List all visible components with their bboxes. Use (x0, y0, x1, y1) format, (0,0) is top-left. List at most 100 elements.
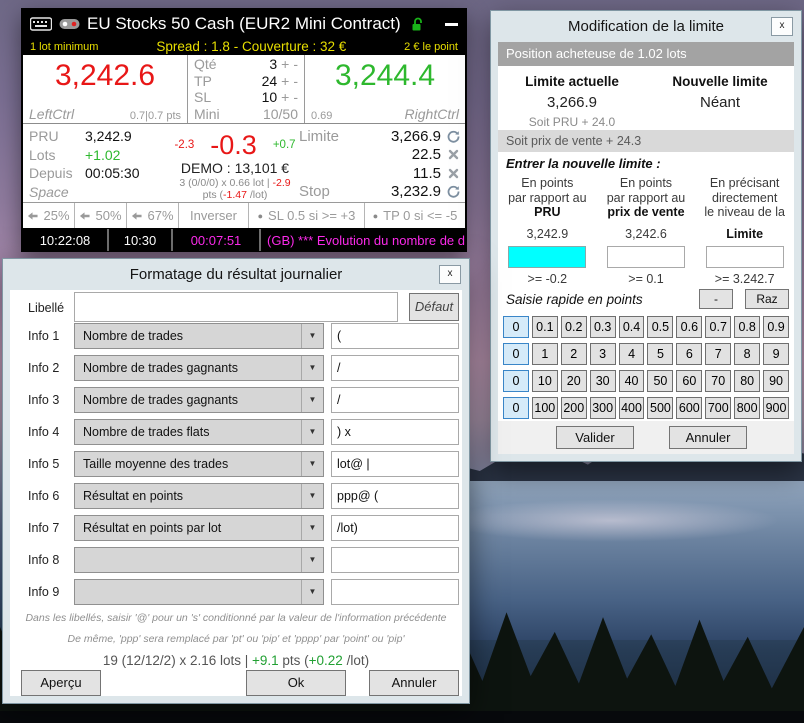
quick-points-button[interactable]: 90 (763, 370, 789, 392)
quick-points-button[interactable]: 9 (763, 343, 789, 365)
info6-select[interactable]: Résultat en points ▼ (74, 483, 324, 509)
quick-points-button[interactable]: 0.3 (589, 316, 616, 338)
info4-select[interactable]: Nombre de trades flats ▼ (74, 419, 324, 445)
quick-points-button[interactable]: 300 (589, 397, 616, 419)
pnl-main: -0.3 (210, 130, 257, 160)
keyboard-icon[interactable] (30, 17, 52, 31)
quick-points-button[interactable]: 1 (531, 343, 558, 365)
quick-points-button[interactable]: 10 (531, 370, 558, 392)
apercu-button[interactable]: Aperçu (21, 670, 101, 696)
info2-input[interactable] (331, 355, 459, 381)
inverser-button[interactable]: Inverser (179, 203, 249, 228)
quick-points-button[interactable]: 80 (734, 370, 761, 392)
tp-increment[interactable]: + (277, 73, 289, 89)
info7-select[interactable]: Résultat en points par lot ▼ (74, 515, 324, 541)
quick-points-button[interactable]: 0.4 (618, 316, 645, 338)
cancel-order-icon[interactable] (446, 168, 461, 179)
close-50pct-button[interactable]: 50% (75, 203, 127, 228)
points-vs-sale-column: En points par rapport au prix de vente 3… (597, 176, 696, 287)
quick-points-button[interactable]: 0.5 (647, 316, 674, 338)
quick-points-button[interactable]: 0.9 (763, 316, 789, 338)
info1-input[interactable] (331, 323, 459, 349)
buy-price[interactable]: 3,244.4 (305, 59, 465, 93)
annuler-button[interactable]: Annuler (669, 426, 747, 449)
quick-points-button[interactable]: 200 (560, 397, 587, 419)
info6-input[interactable] (331, 483, 459, 509)
tp-rule-toggle[interactable]: ● TP 0 si <= -5 (365, 203, 465, 228)
close-67pct-button[interactable]: 67% (127, 203, 179, 228)
minimize-icon[interactable] (445, 17, 458, 31)
sl-decrement[interactable]: - (289, 89, 298, 105)
quick-points-button[interactable]: 40 (618, 370, 645, 392)
info9-input[interactable] (331, 579, 459, 605)
points-vs-pru-column: En points par rapport au PRU 3,242.9 >= … (498, 176, 597, 287)
quick-points-button[interactable]: 7 (705, 343, 732, 365)
quick-points-button[interactable]: 800 (734, 397, 761, 419)
raz-button[interactable]: Raz (745, 289, 789, 309)
unlock-icon[interactable] (410, 17, 425, 32)
quick-points-button[interactable]: 600 (676, 397, 703, 419)
quick-points-button[interactable]: 0 (503, 397, 529, 419)
quick-points-button[interactable]: 6 (676, 343, 703, 365)
info1-select[interactable]: Nombre de trades ▼ (74, 323, 324, 349)
quick-points-button[interactable]: 400 (618, 397, 645, 419)
info7-input[interactable] (331, 515, 459, 541)
quick-points-button[interactable]: 5 (647, 343, 674, 365)
quick-points-button[interactable]: 4 (618, 343, 645, 365)
close-25pct-button[interactable]: 25% (23, 203, 75, 228)
sl-rule-toggle[interactable]: ● SL 0.5 si >= +3 (249, 203, 365, 228)
quick-points-button[interactable]: 3 (589, 343, 616, 365)
buy-cell[interactable]: 3,244.4 0.69 RightCtrl (305, 55, 465, 123)
quick-points-button[interactable]: 700 (705, 397, 732, 419)
quick-points-button[interactable]: 8 (734, 343, 761, 365)
quick-points-button[interactable]: 0 (503, 370, 529, 392)
valider-button[interactable]: Valider (556, 426, 634, 449)
close-icon[interactable]: x (771, 17, 793, 36)
info3-select[interactable]: Nombre de trades gagnants ▼ (74, 387, 324, 413)
quick-points-button[interactable]: 0.7 (705, 316, 732, 338)
ok-button[interactable]: Ok (246, 670, 346, 696)
quick-points-button[interactable]: 500 (647, 397, 674, 419)
quick-points-button[interactable]: 0.2 (560, 316, 587, 338)
defaut-button[interactable]: Défaut (409, 293, 459, 321)
refresh-stop-icon[interactable] (446, 185, 461, 198)
info8-select[interactable]: ▼ (74, 547, 324, 573)
info3-input[interactable] (331, 387, 459, 413)
quick-points-button[interactable]: 50 (647, 370, 674, 392)
quick-points-button[interactable]: 0 (503, 316, 529, 338)
info8-input[interactable] (331, 547, 459, 573)
quick-points-button[interactable]: 60 (676, 370, 703, 392)
direct-level-input[interactable] (705, 246, 784, 268)
points-vs-sale-input[interactable] (606, 246, 685, 268)
quick-points-button[interactable]: 70 (705, 370, 732, 392)
annuler-button[interactable]: Annuler (369, 670, 459, 696)
tp-decrement[interactable]: - (289, 73, 298, 89)
cancel-order-icon[interactable] (446, 149, 461, 160)
info5-select[interactable]: Taille moyenne des trades ▼ (74, 451, 324, 477)
quick-points-button[interactable]: 900 (763, 397, 789, 419)
info4-input[interactable] (331, 419, 459, 445)
depuis-label: Depuis (29, 165, 73, 181)
qty-decrement[interactable]: - (289, 56, 298, 72)
qty-increment[interactable]: + (277, 56, 289, 72)
info5-input[interactable] (331, 451, 459, 477)
quick-points-button[interactable]: 0.6 (676, 316, 703, 338)
info2-select[interactable]: Nombre de trades gagnants ▼ (74, 355, 324, 381)
close-icon[interactable]: x (439, 265, 461, 284)
quick-points-button[interactable]: 100 (531, 397, 558, 419)
libelle-input[interactable] (74, 292, 398, 322)
quick-points-button[interactable]: 30 (589, 370, 616, 392)
quick-points-button[interactable]: 0.8 (734, 316, 761, 338)
refresh-limit-icon[interactable] (446, 130, 461, 143)
info9-select[interactable]: ▼ (74, 579, 324, 605)
minus-sign-button[interactable]: - (699, 289, 733, 309)
quick-points-button[interactable]: 0 (503, 343, 529, 365)
quick-points-button[interactable]: 0.1 (531, 316, 558, 338)
gamepad-icon[interactable] (59, 17, 80, 31)
sell-price[interactable]: 3,242.6 (23, 59, 187, 93)
quick-points-button[interactable]: 2 (560, 343, 587, 365)
sell-cell[interactable]: 3,242.6 LeftCtrl 0.7|0.7 pts (23, 55, 187, 123)
quick-points-button[interactable]: 20 (560, 370, 587, 392)
points-vs-pru-input[interactable] (508, 246, 587, 268)
sl-increment[interactable]: + (277, 89, 289, 105)
